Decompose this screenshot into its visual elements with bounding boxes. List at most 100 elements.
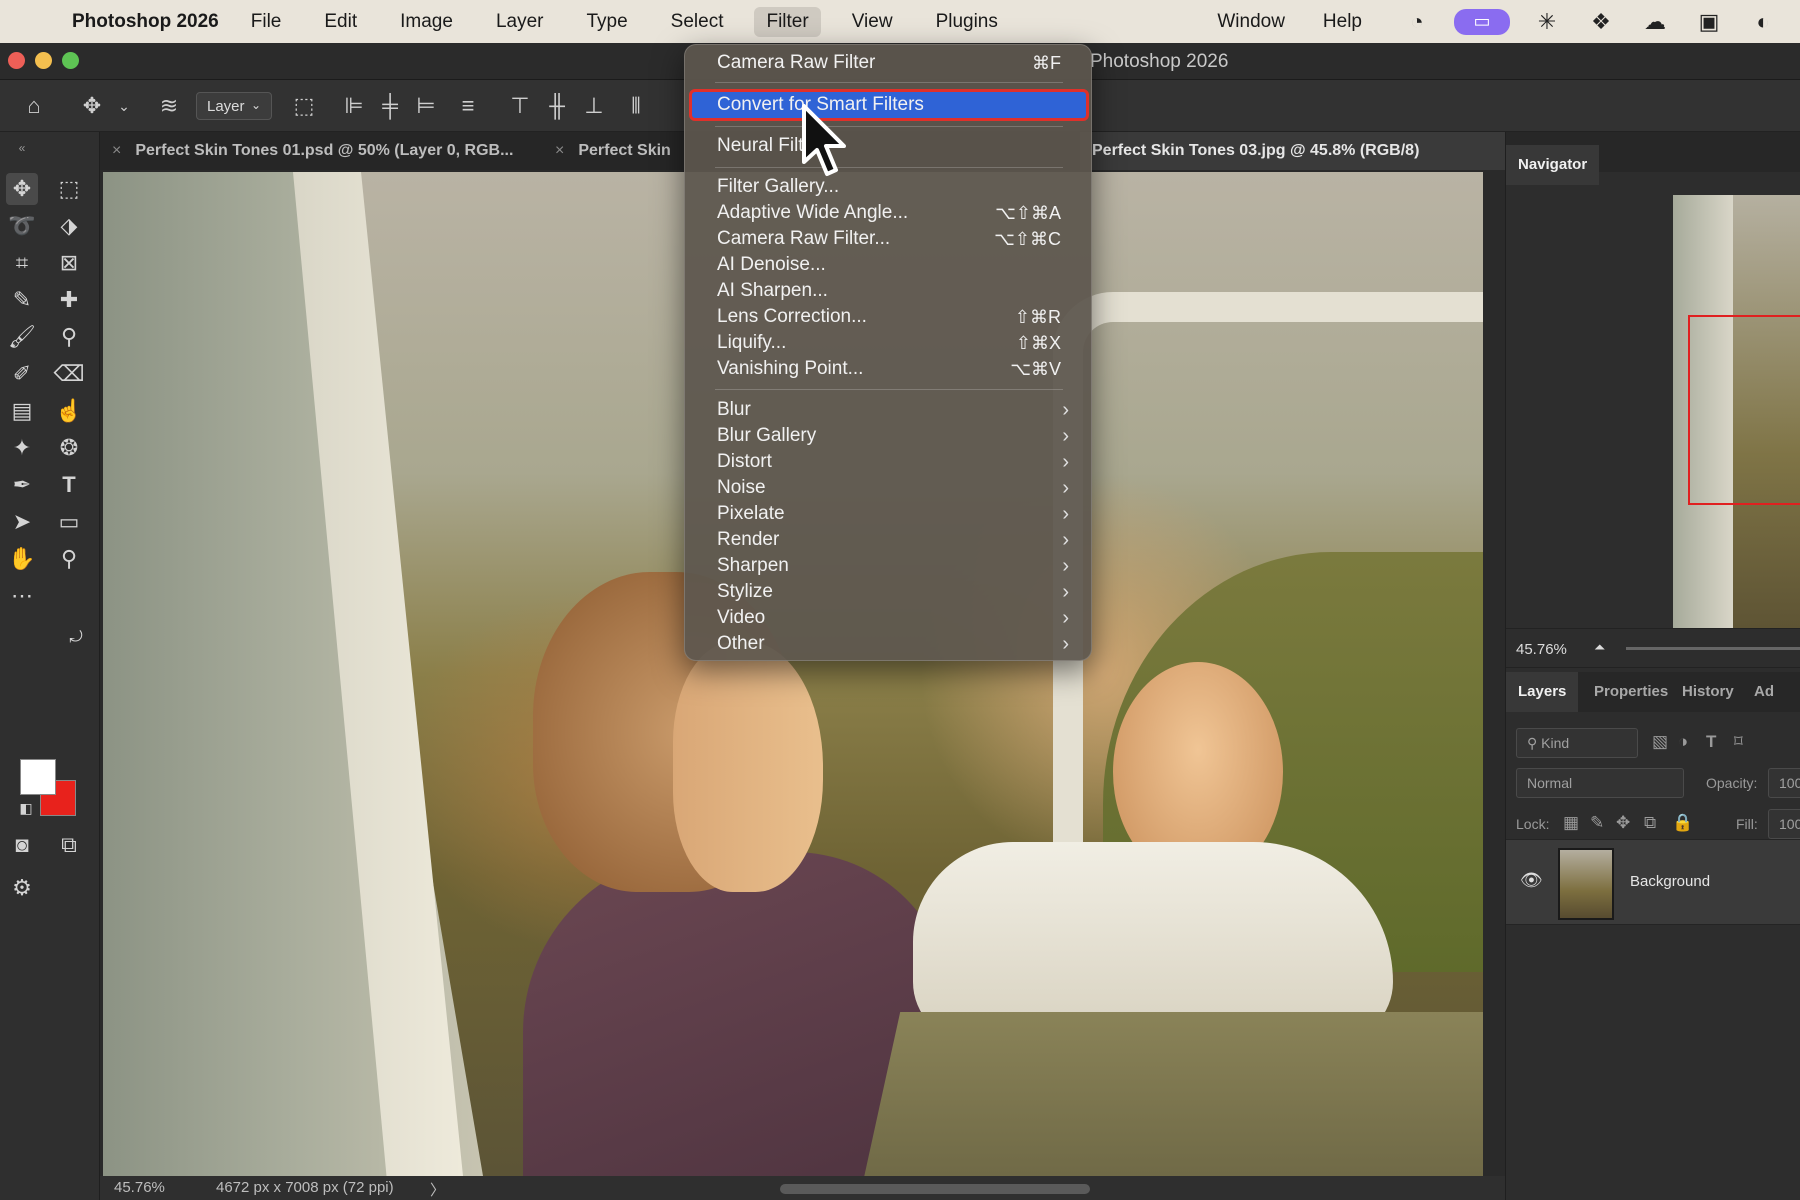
sparkle-icon[interactable]: ✳ [1530,9,1564,35]
tab-properties[interactable]: Properties [1582,672,1680,712]
zoom-window-button[interactable] [62,52,79,69]
status-zoom[interactable]: 45.76% [114,1179,165,1196]
zoom-out-mountain-icon[interactable]: ⏶ [1594,639,1605,656]
hand-tool-icon[interactable]: ✋ [6,543,38,575]
move-tool-icon[interactable]: ✥ [78,93,106,119]
lock-transparent-icon[interactable]: ▦ [1563,813,1579,833]
align-left-icon[interactable]: ⊫ [340,93,368,119]
align-middle-icon[interactable]: ╫ [543,93,571,119]
layer-row-background[interactable]: 👁 Background [1506,839,1800,925]
menu-layer[interactable]: Layer [484,7,556,37]
align-bottom-icon[interactable]: ⊥ [580,93,608,119]
tab-document-03[interactable]: Perfect Skin Tones 03.jpg @ 45.8% (RGB/8… [1080,132,1505,170]
color-wheel-icon[interactable]: ◔ [1400,9,1434,35]
close-window-button[interactable] [8,52,25,69]
auto-select-dropdown[interactable]: Layer ⌄ [196,92,272,120]
tab-document-01[interactable]: × Perfect Skin Tones 01.psd @ 50% (Layer … [100,132,540,170]
menu-type[interactable]: Type [574,7,639,37]
menu-help[interactable]: Help [1311,7,1374,37]
distribute-vertical-icon[interactable]: ⦀ [622,93,650,119]
lock-position-icon[interactable]: ✥ [1616,813,1630,833]
generative-fill-icon[interactable]: ⚙ [6,872,38,904]
creative-cloud-icon[interactable]: ◐ [1746,9,1780,35]
menu-image[interactable]: Image [388,7,465,37]
home-icon[interactable]: ⌂ [20,93,48,119]
filter-type-icon[interactable]: T [1706,732,1716,752]
smudge-tool-icon[interactable]: ☝ [53,395,85,427]
display-icon[interactable]: ▣ [1692,9,1726,35]
status-menu-arrow[interactable]: 〉 [430,1179,445,1200]
tab-document-02[interactable]: × Perfect Skin [543,132,693,170]
lock-artboard-icon[interactable]: ⧉ [1644,813,1656,833]
menu-filter[interactable]: Filter [754,6,821,37]
rectangle-tool-icon[interactable]: ▭ [53,506,85,538]
sponge-tool-icon[interactable]: ❂ [53,432,85,464]
layer-name[interactable]: Background [1630,873,1710,890]
distribute-icon[interactable]: ≡ [454,93,482,119]
menu-item-blur[interactable]: Blur › [685,397,1093,423]
menu-item-vanishing-point[interactable]: Vanishing Point... ⌥⌘V [685,356,1093,382]
move-tool-icon[interactable]: ✥ [6,173,38,205]
menu-item-camera-raw-filter[interactable]: Camera Raw Filter... ⌥⇧⌘C [685,226,1093,252]
path-select-tool-icon[interactable]: ➤ [6,506,38,538]
align-right-icon[interactable]: ⊨ [412,93,440,119]
foreground-color-swatch[interactable] [20,759,56,795]
align-center-icon[interactable]: ╪ [376,93,404,119]
eye-visibility-icon[interactable]: 👁 [1520,870,1543,891]
dodge-tool-icon[interactable]: ✦ [6,432,38,464]
layer-stack-icon[interactable]: ≋ [155,93,183,119]
chevron-down-icon[interactable]: ⌄ [110,98,138,115]
default-colors-icon[interactable]: ◧ [10,792,42,824]
minimize-window-button[interactable] [35,52,52,69]
tab-navigator[interactable]: Navigator [1506,145,1600,185]
menu-edit[interactable]: Edit [312,7,369,37]
close-tab-icon[interactable]: × [555,142,564,159]
menu-item-distort[interactable]: Distort › [685,449,1093,475]
menu-item-ai-denoise[interactable]: AI Denoise... [685,252,1093,278]
history-brush-tool-icon[interactable]: ✐ [6,358,38,390]
brush-tool-icon[interactable]: 🖌 [6,321,38,353]
menu-item-stylize[interactable]: Stylize › [685,579,1093,605]
quick-mask-icon[interactable]: ◙ [6,829,38,861]
horizontal-scrollbar[interactable] [780,1184,1090,1194]
eyedropper-tool-icon[interactable]: ✎ [6,284,38,316]
menu-window[interactable]: Window [1205,7,1297,37]
zoom-slider[interactable] [1626,647,1800,650]
menu-plugins[interactable]: Plugins [924,7,1010,37]
close-tab-icon[interactable]: × [112,142,121,159]
pen-tool-icon[interactable]: ✒ [6,469,38,501]
blend-mode-select[interactable]: Normal [1516,768,1684,798]
menu-item-pixelate[interactable]: Pixelate › [685,501,1093,527]
tab-layers[interactable]: Layers [1506,672,1579,712]
menu-item-sharpen[interactable]: Sharpen › [685,553,1093,579]
healing-brush-tool-icon[interactable]: ✚ [53,284,85,316]
transform-controls-icon[interactable]: ⬚ [290,93,318,119]
dropbox-icon[interactable]: ❖ [1584,9,1618,35]
screen-share-icon[interactable]: ▭ [1454,8,1510,35]
lock-pixels-icon[interactable]: ✎ [1590,813,1604,833]
screen-mode-icon[interactable]: ⧉ [53,829,85,861]
menu-item-adaptive-wide-angle[interactable]: Adaptive Wide Angle... ⌥⇧⌘A [685,200,1093,226]
filter-shape-icon[interactable]: ⌑ [1734,732,1743,752]
menu-item-camera-raw-last[interactable]: Camera Raw Filter ⌘F [685,50,1093,76]
menu-select[interactable]: Select [659,7,736,37]
menu-file[interactable]: File [239,7,294,37]
more-tools-icon[interactable]: ⋯ [6,580,38,612]
navigator-zoom-value[interactable]: 45.76% [1516,641,1567,658]
navigator-thumbnail[interactable] [1673,195,1800,628]
menu-item-ai-sharpen[interactable]: AI Sharpen... [685,278,1093,304]
tab-adjustments[interactable]: Ad [1742,672,1786,712]
opacity-input[interactable]: 100 [1768,768,1800,798]
fill-input[interactable]: 100 [1768,809,1800,839]
lock-all-icon[interactable]: 🔒 [1672,813,1693,833]
menu-item-filter-gallery[interactable]: Filter Gallery... [685,174,1093,200]
marquee-tool-icon[interactable]: ⬚ [53,173,85,205]
tab-history[interactable]: History [1670,672,1746,712]
collapse-panel-icon[interactable]: « [6,132,38,164]
menu-item-blur-gallery[interactable]: Blur Gallery › [685,423,1093,449]
menu-item-noise[interactable]: Noise › [685,475,1093,501]
eraser-tool-icon[interactable]: ⌫ [53,358,85,390]
filter-pixel-icon[interactable]: ▧ [1652,732,1668,752]
frame-tool-icon[interactable]: ⊠ [53,247,85,279]
menu-item-other[interactable]: Other › [685,631,1093,657]
